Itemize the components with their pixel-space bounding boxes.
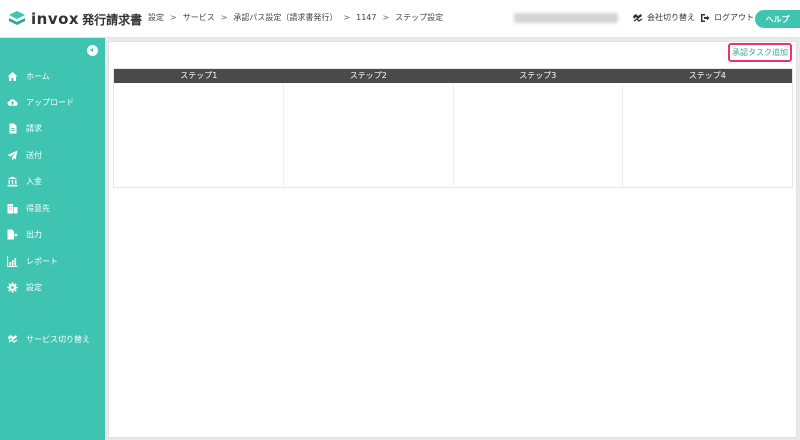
breadcrumb-item-step-settings: ステップ設定 — [395, 13, 444, 22]
sidebar-item-invoice[interactable]: 請求 — [0, 119, 105, 137]
step-header-row: ステップ1 ステップ2 ステップ3 ステップ4 — [114, 69, 792, 83]
chart-icon — [7, 256, 18, 267]
sidebar-item-send[interactable]: 送付 — [0, 146, 105, 164]
sidebar-item-upload[interactable]: アップロード — [0, 93, 105, 111]
logout-icon — [701, 13, 710, 22]
breadcrumb-separator: > — [382, 13, 390, 22]
breadcrumb-item-settings[interactable]: 設定 — [148, 12, 164, 23]
company-switch-button[interactable]: 会社切り替え — [632, 12, 695, 23]
sidebar-item-label: ホーム — [26, 71, 50, 81]
gear-icon — [7, 281, 18, 293]
sidebar-item-settings[interactable]: 設定 — [0, 278, 105, 296]
top-header: invox 発行請求書 設定 > サービス > 承認パス設定（請求書発行） > … — [0, 0, 800, 38]
breadcrumb: 設定 > サービス > 承認パス設定（請求書発行） > 1147 > ステップ設… — [148, 12, 443, 23]
logo-mark-icon — [9, 11, 25, 25]
cloud-upload-icon — [7, 97, 18, 108]
step-column-header: ステップ1 — [180, 71, 218, 80]
switch-icon — [7, 334, 18, 345]
help-button[interactable]: ヘルプ — [755, 10, 800, 28]
sidebar: ホーム アップロード 請求 送付 入金 得意先 出力 レポート 設定 サービス切… — [0, 38, 105, 440]
sidebar-item-customers[interactable]: 得意先 — [0, 199, 105, 217]
sidebar-item-label: 入金 — [26, 176, 42, 186]
sidebar-item-label: 送付 — [26, 150, 42, 160]
sidebar-item-home[interactable]: ホーム — [0, 67, 105, 85]
sidebar-item-report[interactable]: レポート — [0, 252, 105, 270]
logo-subtitle: 発行請求書 — [82, 12, 143, 27]
step-table: ステップ1 ステップ2 ステップ3 ステップ4 — [113, 68, 793, 188]
sidebar-collapse-icon[interactable] — [87, 45, 98, 56]
switch-icon — [633, 13, 643, 22]
logout-button[interactable]: ログアウト — [700, 12, 754, 23]
file-export-icon — [7, 229, 18, 240]
bank-icon — [7, 176, 18, 187]
breadcrumb-separator: > — [170, 13, 177, 22]
step-column-cell[interactable] — [454, 83, 624, 188]
step-column-header: ステップ2 — [349, 71, 387, 80]
sidebar-item-label: 設定 — [26, 282, 42, 292]
home-icon — [7, 71, 18, 82]
sidebar-item-label: 出力 — [26, 229, 42, 239]
sidebar-item-label: サービス切り替え — [26, 334, 90, 344]
sidebar-item-label: アップロード — [26, 97, 74, 107]
sidebar-item-label: レポート — [26, 256, 58, 266]
step-body-row — [114, 83, 792, 188]
step-column-cell[interactable] — [623, 83, 792, 188]
sidebar-item-service-switch[interactable]: サービス切り替え — [0, 330, 105, 348]
sidebar-item-label: 得意先 — [26, 203, 50, 213]
document-icon — [7, 123, 18, 134]
breadcrumb-item-id[interactable]: 1147 — [356, 13, 376, 22]
step-column-cell[interactable] — [114, 83, 284, 188]
step-column-header: ステップ3 — [519, 71, 557, 80]
add-approval-task-button[interactable]: 承認タスク追加 — [728, 43, 792, 62]
breadcrumb-separator: > — [343, 13, 351, 22]
sidebar-item-label: 請求 — [26, 123, 42, 133]
user-name-blurred — [514, 13, 618, 23]
step-column-cell[interactable] — [284, 83, 454, 188]
step-column-header: ステップ4 — [688, 71, 726, 80]
sidebar-item-payment[interactable]: 入金 — [0, 172, 105, 190]
paper-plane-icon — [7, 150, 18, 161]
breadcrumb-item-service[interactable]: サービス — [183, 12, 215, 23]
logo-text: invox — [31, 10, 80, 28]
building-icon — [7, 203, 18, 214]
breadcrumb-separator: > — [220, 13, 228, 22]
app-logo[interactable]: invox 発行請求書 — [8, 9, 142, 29]
breadcrumb-item-approval-path[interactable]: 承認パス設定（請求書発行） — [233, 12, 337, 23]
sidebar-item-export[interactable]: 出力 — [0, 225, 105, 243]
logout-label: ログアウト — [714, 13, 754, 22]
company-switch-label: 会社切り替え — [647, 13, 695, 22]
